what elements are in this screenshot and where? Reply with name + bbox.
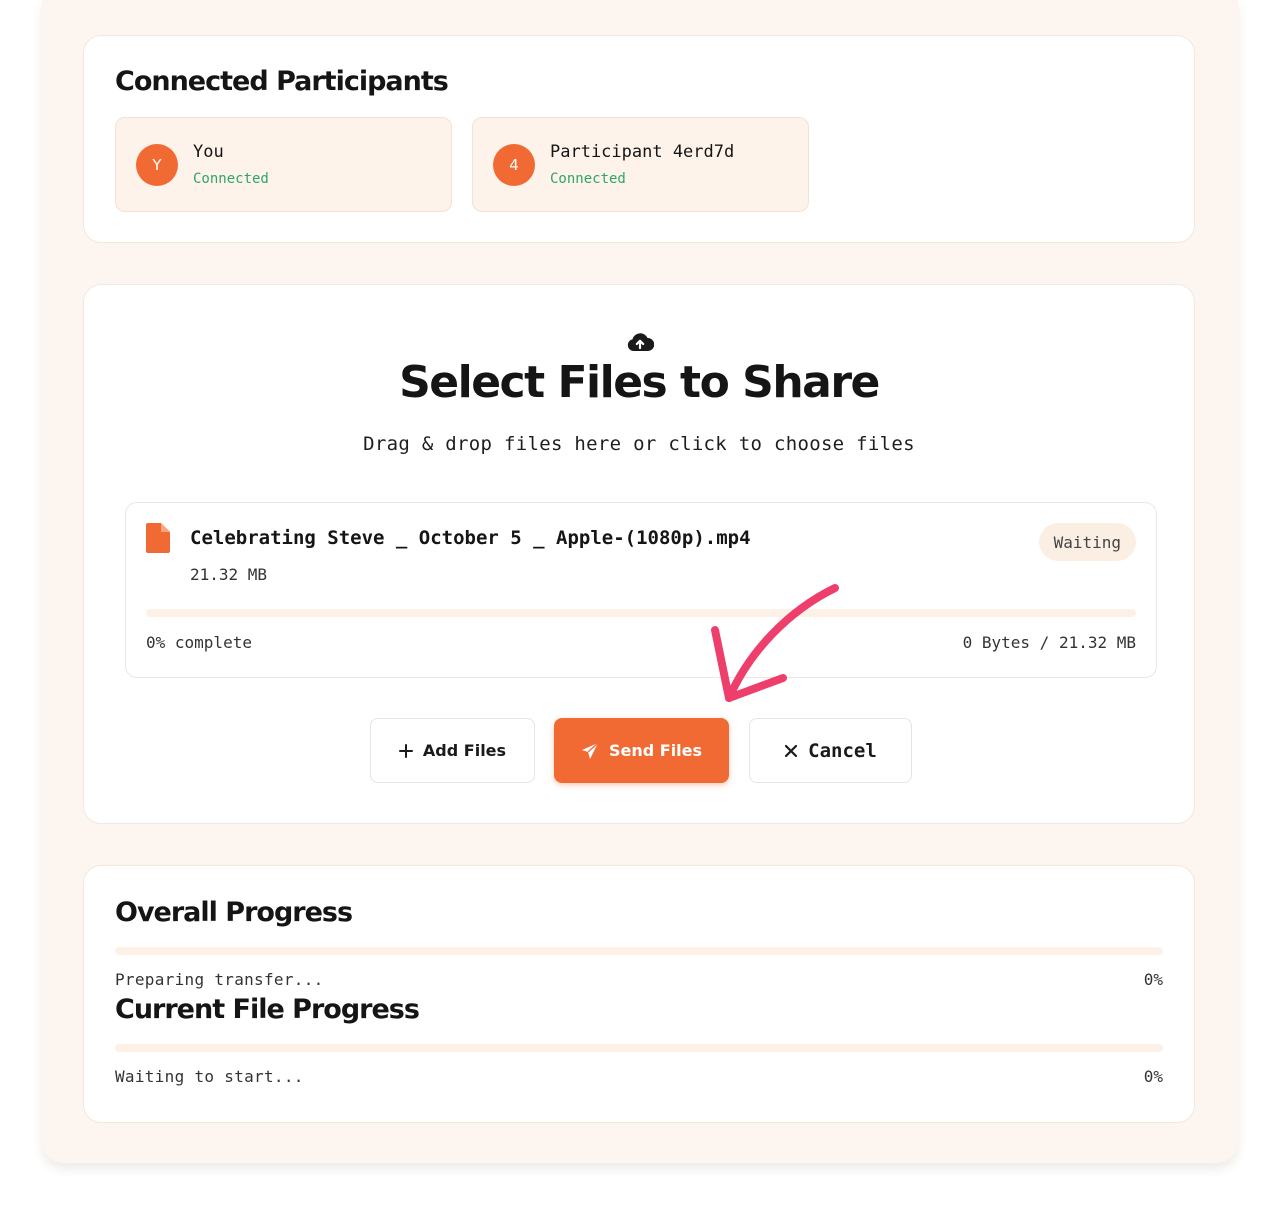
participants-title: Connected Participants [115,66,449,97]
cancel-button[interactable]: Cancel [749,718,912,783]
overall-progress-title: Overall Progress [115,897,353,928]
cancel-label: Cancel [808,739,877,762]
avatar: 4 [493,144,535,186]
participant-card-you: Y You Connected [115,117,452,212]
annotation-arrow-icon [711,584,839,702]
overall-progress-percent: 0% [1143,970,1163,989]
avatar: Y [136,144,178,186]
file-bytes-text: 0 Bytes / 21.32 MB [962,633,1136,652]
close-icon [785,744,798,757]
current-file-progress-status: Waiting to start... [115,1067,304,1086]
select-files-title: Select Files to Share [399,357,880,408]
add-files-button[interactable]: Add Files [370,718,535,783]
participant-name: Participant 4erd7d [550,142,735,162]
participant-name: You [193,142,224,162]
status-badge: Waiting [1038,523,1136,561]
send-files-label: Send Files [608,741,703,760]
overall-progress-bar [115,947,1163,955]
current-file-progress-percent: 0% [1143,1067,1163,1086]
cloud-upload-icon [627,333,654,351]
file-name: Celebrating Steve _ October 5 _ Apple-(1… [190,527,751,549]
add-files-label: Add Files [422,741,507,760]
paper-plane-icon [581,742,599,759]
file-size: 21.32 MB [190,565,268,584]
participant-status: Connected [193,171,269,187]
participant-card-4erd7d: 4 Participant 4erd7d Connected [472,117,809,212]
drop-instructions: Drag & drop files here or click to choos… [363,433,915,455]
file-item: Celebrating Steve _ October 5 _ Apple-(1… [125,502,1157,678]
app-container: Connected Participants Y You Connected 4… [42,0,1238,1163]
participants-card: Connected Participants Y You Connected 4… [83,35,1195,243]
overall-progress-status: Preparing transfer... [115,970,324,989]
file-progress-bar [146,609,1136,617]
plus-icon [398,743,413,758]
file-icon [146,523,170,553]
current-file-progress-bar [115,1044,1163,1052]
progress-card: Overall Progress Preparing transfer... 0… [83,865,1195,1123]
file-progress-text: 0% complete [146,633,252,652]
send-files-button[interactable]: Send Files [554,718,729,783]
participant-status: Connected [550,171,626,187]
file-drop-zone[interactable]: Select Files to Share Drag & drop files … [83,284,1195,824]
current-file-progress-title: Current File Progress [115,994,420,1025]
